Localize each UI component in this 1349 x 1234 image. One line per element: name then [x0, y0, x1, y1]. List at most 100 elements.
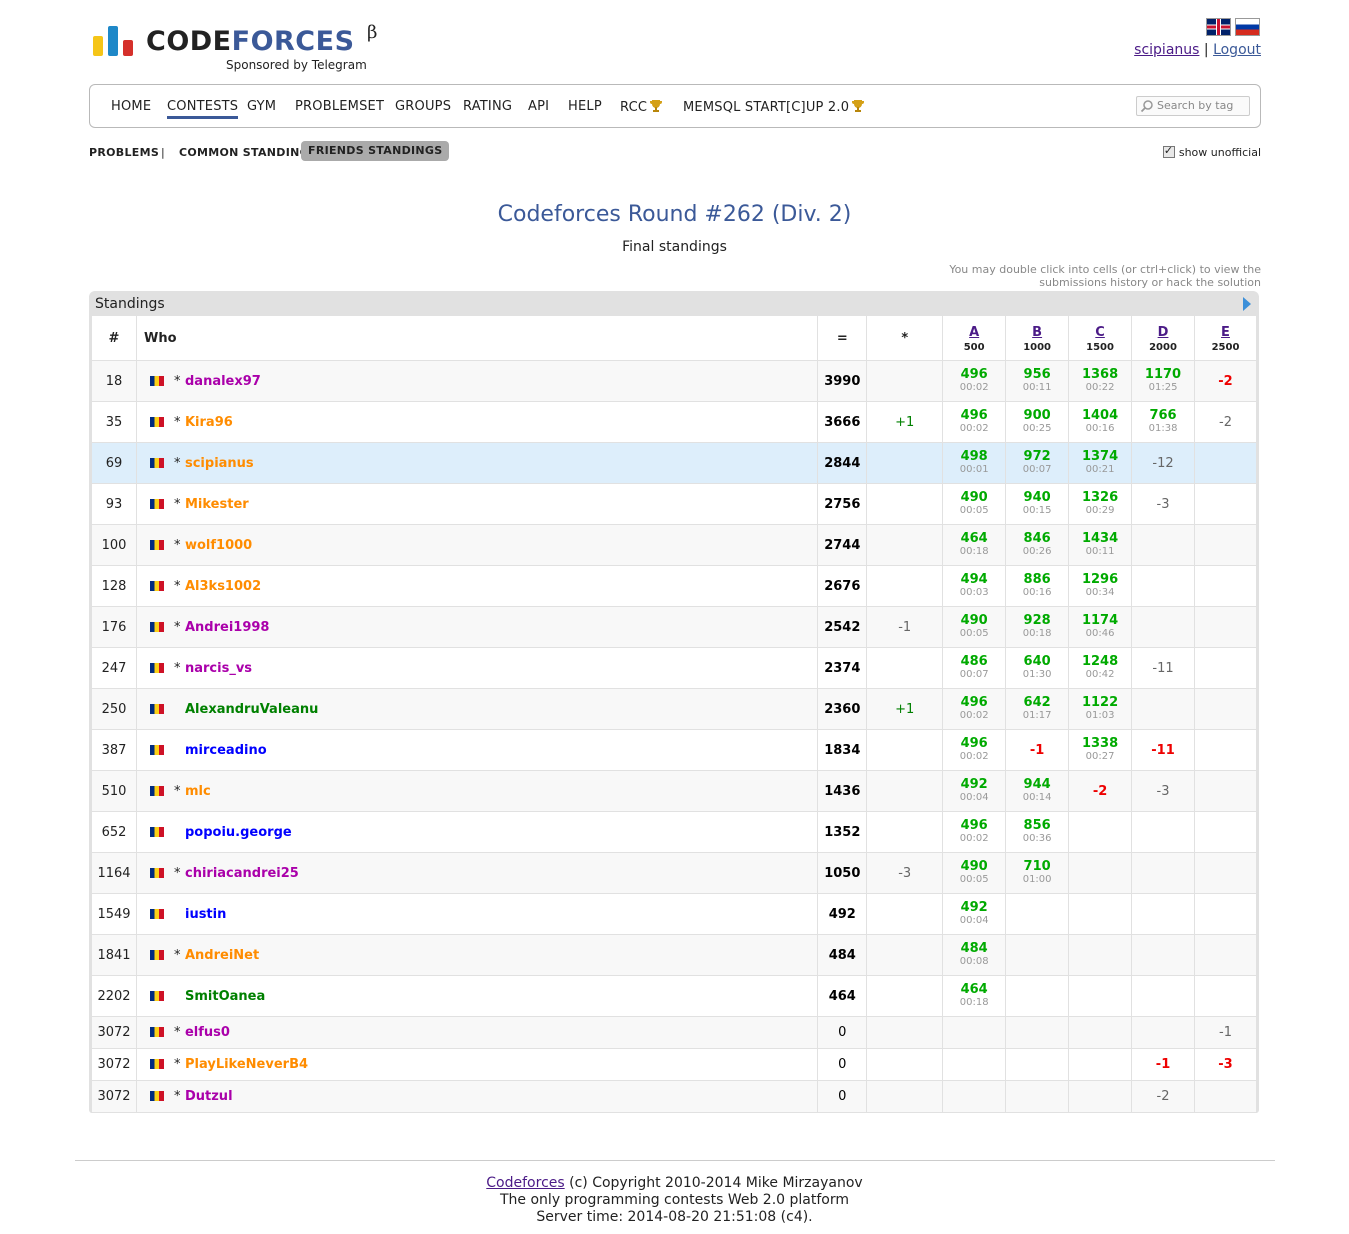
- problem-d-cell[interactable]: [1131, 524, 1195, 566]
- username-link[interactable]: scipianus: [1134, 42, 1199, 58]
- problem-a-cell[interactable]: 496 00:02: [942, 401, 1007, 443]
- participant-handle-link[interactable]: mlc: [185, 784, 211, 799]
- problem-a-cell[interactable]: [942, 1016, 1007, 1049]
- problem-b-cell[interactable]: 928 00:18: [1005, 606, 1070, 648]
- problem-a-cell[interactable]: 498 00:01: [942, 442, 1007, 484]
- problem-e-cell[interactable]: -3: [1194, 1048, 1257, 1081]
- menu-item-gym[interactable]: GYM: [247, 99, 276, 114]
- problem-c-cell[interactable]: [1068, 934, 1133, 976]
- russian-flag-icon[interactable]: [1235, 18, 1260, 36]
- problem-d-cell[interactable]: [1131, 811, 1195, 853]
- participant-handle-link[interactable]: AlexandruValeanu: [185, 702, 318, 717]
- problem-b-cell[interactable]: 846 00:26: [1005, 524, 1070, 566]
- problem-a-cell[interactable]: 492 00:04: [942, 770, 1007, 812]
- problem-e-cell[interactable]: [1194, 688, 1257, 730]
- problem-b-cell[interactable]: 856 00:36: [1005, 811, 1070, 853]
- problem-a-cell[interactable]: 490 00:05: [942, 852, 1007, 894]
- problem-c-cell[interactable]: 1248 00:42: [1068, 647, 1133, 689]
- problem-b-cell[interactable]: 710 01:00: [1005, 852, 1070, 894]
- problem-e-cell[interactable]: [1194, 770, 1257, 812]
- menu-item-memsql[interactable]: MEMSQL START[C]UP 2.0: [683, 99, 865, 115]
- problem-d-cell[interactable]: -12: [1131, 442, 1195, 484]
- hacks-cell[interactable]: [866, 360, 944, 402]
- problem-c-cell[interactable]: [1068, 1048, 1133, 1081]
- problem-e-cell[interactable]: [1194, 975, 1257, 1017]
- hacks-cell[interactable]: [866, 975, 944, 1017]
- tag-search-input[interactable]: Search by tag: [1136, 96, 1250, 116]
- problem-b-cell[interactable]: 944 00:14: [1005, 770, 1070, 812]
- problem-a-cell[interactable]: 490 00:05: [942, 606, 1007, 648]
- problem-d-link[interactable]: D: [1132, 325, 1194, 340]
- hacks-cell[interactable]: [866, 811, 944, 853]
- menu-item-rcc[interactable]: RCC: [620, 99, 663, 115]
- hacks-cell[interactable]: [866, 934, 944, 976]
- problem-b-cell[interactable]: [1005, 893, 1070, 935]
- menu-item-contests[interactable]: CONTESTS: [167, 99, 239, 119]
- problem-b-cell[interactable]: [1005, 1048, 1070, 1081]
- hacks-cell[interactable]: -1: [866, 606, 944, 648]
- problem-b-link[interactable]: B: [1006, 325, 1068, 340]
- hacks-cell[interactable]: [866, 893, 944, 935]
- participant-handle-link[interactable]: wolf1000: [185, 538, 252, 553]
- hacks-cell[interactable]: [866, 770, 944, 812]
- problem-a-cell[interactable]: [942, 1080, 1007, 1113]
- problem-e-cell[interactable]: -1: [1194, 1016, 1257, 1049]
- problem-c-cell[interactable]: 1326 00:29: [1068, 483, 1133, 525]
- problem-b-cell[interactable]: 940 00:15: [1005, 483, 1070, 525]
- menu-item-rating[interactable]: RATING: [463, 99, 512, 114]
- problem-a-link[interactable]: A: [943, 325, 1005, 340]
- problem-a-cell[interactable]: 496 00:02: [942, 360, 1007, 402]
- problem-b-cell[interactable]: [1005, 975, 1070, 1017]
- problem-b-cell[interactable]: 900 00:25: [1005, 401, 1070, 443]
- problem-c-cell[interactable]: -2: [1068, 770, 1133, 812]
- problem-a-cell[interactable]: [942, 1048, 1007, 1081]
- problem-c-cell[interactable]: [1068, 1016, 1133, 1049]
- contest-title[interactable]: Codeforces Round #262 (Div. 2): [0, 202, 1349, 227]
- hacks-cell[interactable]: [866, 483, 944, 525]
- submenu-problems[interactable]: PROBLEMS: [89, 146, 159, 159]
- problem-c-cell[interactable]: [1068, 852, 1133, 894]
- menu-item-api[interactable]: API: [528, 99, 549, 114]
- problem-d-cell[interactable]: 1170 01:25: [1131, 360, 1195, 402]
- logout-link[interactable]: Logout: [1213, 42, 1261, 58]
- problem-c-cell[interactable]: [1068, 1080, 1133, 1113]
- problem-c-cell[interactable]: 1434 00:11: [1068, 524, 1133, 566]
- problem-b-cell[interactable]: 640 01:30: [1005, 647, 1070, 689]
- problem-e-cell[interactable]: [1194, 565, 1257, 607]
- participant-handle-link[interactable]: Al3ks1002: [185, 579, 261, 594]
- footer-codeforces-link[interactable]: Codeforces: [486, 1175, 564, 1191]
- problem-c-cell[interactable]: 1122 01:03: [1068, 688, 1133, 730]
- participant-handle-link[interactable]: Mikester: [185, 497, 249, 512]
- problem-d-cell[interactable]: -1: [1131, 1048, 1195, 1081]
- problem-e-cell[interactable]: [1194, 934, 1257, 976]
- problem-e-cell[interactable]: [1194, 524, 1257, 566]
- participant-handle-link[interactable]: AndreiNet: [185, 948, 259, 963]
- participant-handle-link[interactable]: popoiu.george: [185, 825, 292, 840]
- problem-c-cell[interactable]: 1368 00:22: [1068, 360, 1133, 402]
- problem-b-cell[interactable]: 972 00:07: [1005, 442, 1070, 484]
- participant-handle-link[interactable]: iustin: [185, 907, 226, 922]
- problem-d-cell[interactable]: [1131, 934, 1195, 976]
- participant-handle-link[interactable]: SmitOanea: [185, 989, 265, 1004]
- problem-a-cell[interactable]: 496 00:02: [942, 729, 1007, 771]
- menu-item-home[interactable]: HOME: [111, 99, 151, 114]
- problem-c-link[interactable]: C: [1069, 325, 1131, 340]
- problem-b-cell[interactable]: [1005, 934, 1070, 976]
- show-unofficial-checkbox[interactable]: [1162, 144, 1175, 158]
- hacks-cell[interactable]: [866, 565, 944, 607]
- participant-handle-link[interactable]: Kira96: [185, 415, 233, 430]
- problem-a-cell[interactable]: 496 00:02: [942, 811, 1007, 853]
- problem-c-cell[interactable]: 1296 00:34: [1068, 565, 1133, 607]
- problem-e-cell[interactable]: [1194, 893, 1257, 935]
- submenu-friends-standings[interactable]: FRIENDS STANDINGS: [301, 141, 450, 161]
- problem-b-cell[interactable]: 956 00:11: [1005, 360, 1070, 402]
- hacks-cell[interactable]: [866, 524, 944, 566]
- problem-a-cell[interactable]: 484 00:08: [942, 934, 1007, 976]
- problem-d-cell[interactable]: [1131, 688, 1195, 730]
- problem-b-cell[interactable]: [1005, 1016, 1070, 1049]
- hacks-cell[interactable]: [866, 647, 944, 689]
- problem-a-cell[interactable]: 490 00:05: [942, 483, 1007, 525]
- problem-e-cell[interactable]: [1194, 483, 1257, 525]
- participant-handle-link[interactable]: mirceadino: [185, 743, 267, 758]
- problem-d-cell[interactable]: -2: [1131, 1080, 1195, 1113]
